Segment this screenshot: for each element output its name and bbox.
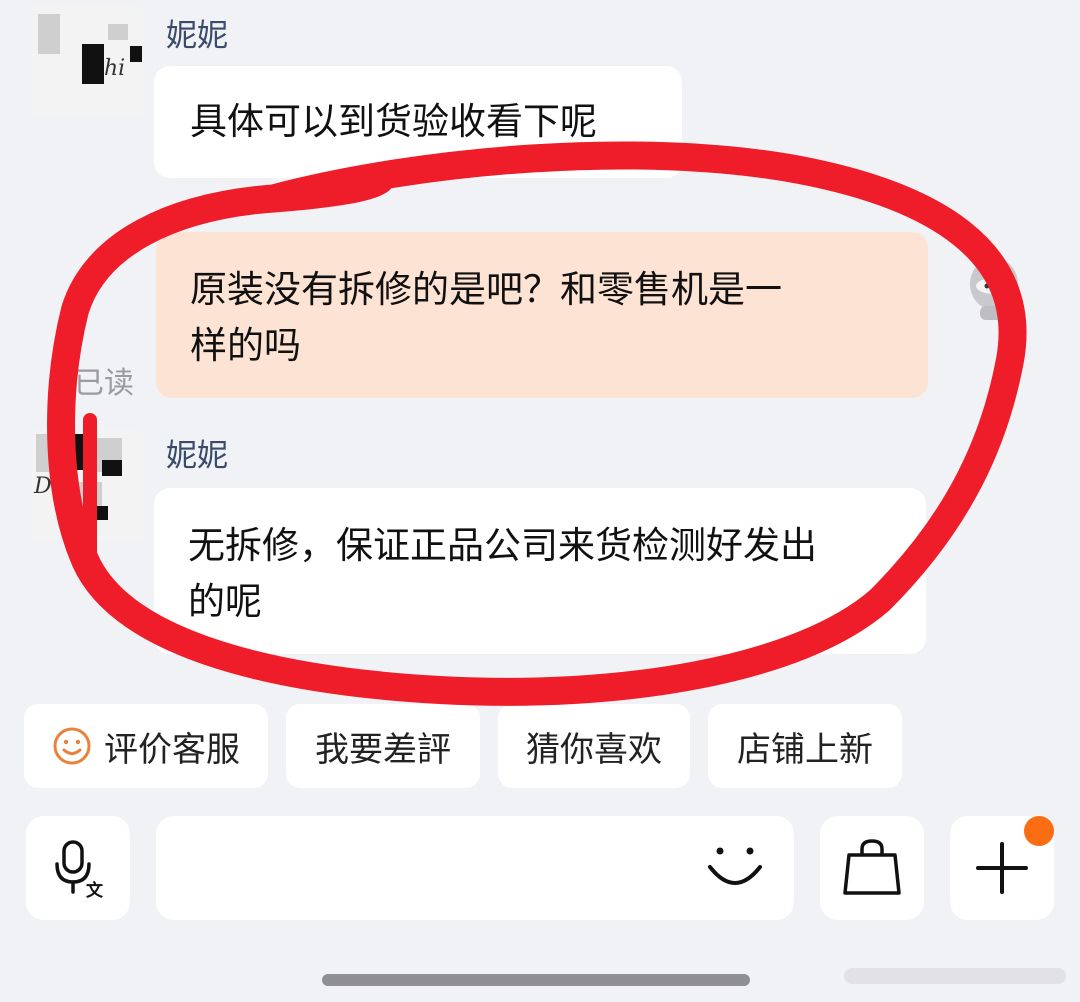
quick-reply-new-arrivals[interactable]: 店铺上新 — [708, 704, 902, 788]
shopping-bag-icon — [843, 839, 901, 895]
quick-reply-label: 猜你喜欢 — [526, 729, 662, 770]
message-input[interactable] — [156, 816, 794, 920]
watermark-strip — [844, 968, 1066, 984]
user-avatar[interactable] — [966, 254, 1022, 320]
sender-name: 妮妮 — [166, 438, 228, 474]
smiley-icon — [53, 727, 91, 765]
message-text: 具体可以到货验收看下呢 — [190, 100, 597, 143]
read-status: 已读 — [74, 366, 134, 401]
sender-avatar[interactable]: hi — [32, 6, 142, 116]
sender-name: 妮妮 — [166, 18, 228, 54]
quick-reply-label: 评价客服 — [104, 729, 240, 770]
message-text-line: 无拆修，保证正品公司来货检测好发出 — [188, 524, 817, 567]
message-text-line: 样的吗 — [190, 324, 301, 367]
quick-reply-label: 我要差評 — [315, 729, 451, 770]
message-bubble[interactable]: 无拆修，保证正品公司来货检测好发出 的呢 — [154, 488, 926, 654]
message-text-line: 的呢 — [188, 580, 262, 623]
quick-reply-label: 店铺上新 — [737, 729, 873, 770]
plus-icon — [976, 842, 1028, 894]
home-indicator[interactable] — [322, 974, 750, 986]
voice-translate-icon: 文 — [55, 840, 104, 898]
message-text-line: 原装没有拆修的是吧？和零售机是一 — [190, 268, 782, 311]
sender-avatar[interactable]: Dns — [32, 430, 142, 540]
message-bubble-outgoing[interactable]: 原装没有拆修的是吧？和零售机是一 样的吗 — [156, 232, 928, 398]
notification-badge — [1024, 816, 1054, 846]
quick-reply-rate-service[interactable]: 评价客服 — [24, 704, 268, 788]
voice-sub-glyph: 文 — [86, 880, 104, 898]
voice-input-button[interactable]: 文 — [26, 816, 130, 920]
emoji-icon[interactable] — [704, 837, 766, 899]
quick-reply-bad-review[interactable]: 我要差評 — [286, 704, 480, 788]
message-bubble[interactable]: 具体可以到货验收看下呢 — [154, 66, 682, 178]
quick-reply-guess-you-like[interactable]: 猜你喜欢 — [498, 704, 690, 788]
shopping-bag-button[interactable] — [820, 816, 924, 920]
